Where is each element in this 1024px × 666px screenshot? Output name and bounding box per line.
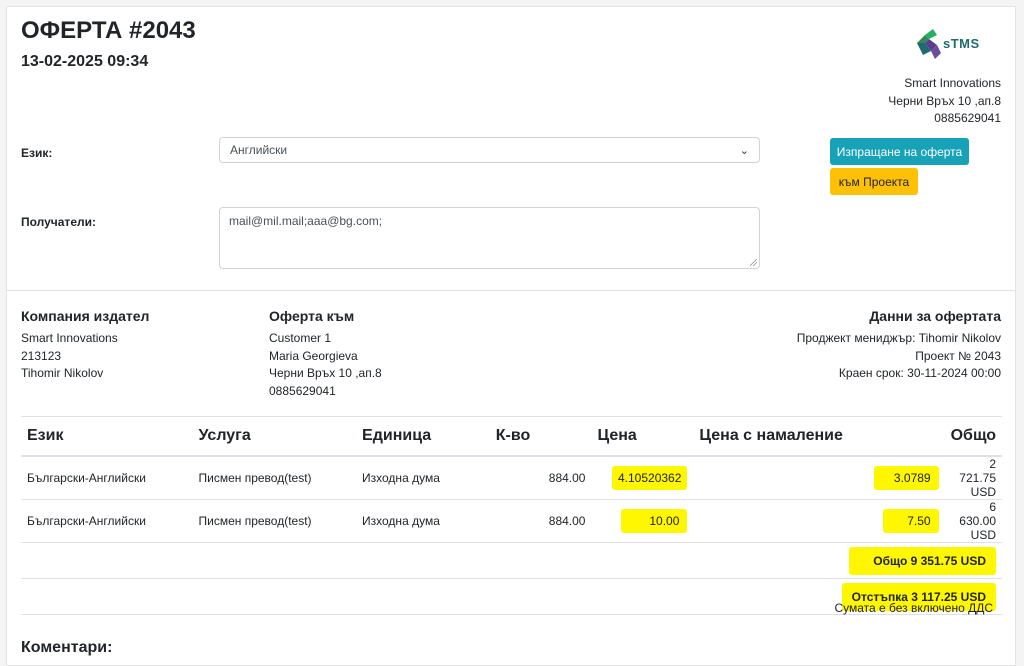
total-amount: Общо 9 351.75 USD xyxy=(849,546,996,575)
language-label: Език: xyxy=(21,146,53,160)
cell-total: 2 721.75 USD xyxy=(944,456,1002,500)
issuer-block-top: Smart Innovations Черни Връх 10 ,ап.8 08… xyxy=(888,75,1001,128)
cell-discount-price: 7.50 xyxy=(883,509,939,533)
issuer-heading: Компания издател xyxy=(21,308,150,324)
offer-data-section: Данни за офертата Проджект мениджър: Tih… xyxy=(797,308,1001,383)
divider xyxy=(7,290,1015,291)
cell-qty: 884.00 xyxy=(489,499,592,543)
recipient-phone: 0885629041 xyxy=(269,383,336,398)
col-total: Общо xyxy=(944,416,1002,457)
send-offer-button[interactable]: Изпращане на оферта xyxy=(830,138,969,165)
comments-heading: Коментари: xyxy=(21,639,113,656)
col-price: Цена xyxy=(591,416,694,457)
cell-price: 10.00 xyxy=(621,509,688,533)
cell-language: Български-Английски xyxy=(21,456,193,500)
page-title: ОФЕРТА #2043 xyxy=(21,17,196,44)
chevron-down-icon: ⌄ xyxy=(739,144,749,157)
recipient-person: Maria Georgieva xyxy=(269,348,358,363)
offer-card: ОФЕРТА #2043 13-02-2025 09:34 sTMS Smart… xyxy=(6,6,1016,666)
table-row: Български-Английски Писмен превод(test) … xyxy=(21,499,1002,543)
col-service: Услуга xyxy=(192,416,357,457)
col-language: Език xyxy=(21,416,193,457)
recipient-heading: Оферта към xyxy=(269,308,355,324)
recipient-address: Черни Връх 10 ,ап.8 xyxy=(269,366,382,380)
table-header-row: Език Услуга Единица К-во Цена Цена с нам… xyxy=(21,416,1002,457)
cell-unit: Изходна дума xyxy=(356,499,490,543)
cell-discount-price: 3.0789 xyxy=(873,466,939,490)
issuer-address: Черни Връх 10 ,ап.8 xyxy=(888,93,1001,108)
cell-language: Български-Английски xyxy=(21,499,193,543)
cell-service: Писмен превод(test) xyxy=(192,456,357,500)
cell-unit: Изходна дума xyxy=(356,456,490,500)
recipients-textarea[interactable]: mail@mil.mail;aaa@bg.com; xyxy=(219,207,760,269)
issuer-phone: 0885629041 xyxy=(934,111,1001,125)
language-select[interactable]: Английски ⌄ xyxy=(219,137,760,163)
total-row: Общо 9 351.75 USD xyxy=(21,542,1002,579)
cell-qty: 884.00 xyxy=(489,456,592,500)
col-qty: К-во xyxy=(489,416,592,457)
project-manager: Проджект мениджър: Tihomir Nikolov xyxy=(796,331,1001,345)
resize-handle-icon[interactable] xyxy=(750,259,757,266)
table-row: Български-Английски Писмен превод(test) … xyxy=(21,456,1002,500)
cell-service: Писмен превод(test) xyxy=(192,499,357,543)
col-unit: Единица xyxy=(356,416,490,457)
vat-note: Сумата е без включено ДДС xyxy=(834,601,993,615)
issuer-person: Tihomir Nikolov xyxy=(21,366,104,380)
issuer-name: Smart Innovations xyxy=(904,76,1001,90)
issuer-company: Smart Innovations xyxy=(21,331,118,345)
puzzle-logo-icon xyxy=(917,29,941,59)
deadline: Краен срок: 30-11-2024 00:00 xyxy=(838,366,1001,380)
recipients-value: mail@mil.mail;aaa@bg.com; xyxy=(229,214,383,228)
col-discount-price: Цена с намаление xyxy=(693,416,945,457)
logo-text: sTMS xyxy=(943,36,980,51)
to-project-button[interactable]: към Проекта xyxy=(830,168,918,195)
project-number: Проект № 2043 xyxy=(915,348,1001,363)
offer-items-table: Език Услуга Единица К-во Цена Цена с нам… xyxy=(21,416,1002,615)
recipient-customer: Customer 1 xyxy=(269,331,332,345)
company-logo: sTMS xyxy=(913,27,993,63)
cell-total: 6 630.00 USD xyxy=(944,499,1002,543)
issuer-id: 213123 xyxy=(21,348,62,363)
cell-price: 4.10520362 xyxy=(611,466,688,490)
recipients-label: Получатели: xyxy=(21,215,96,229)
language-selected-value: Английски xyxy=(230,143,288,157)
offer-datetime: 13-02-2025 09:34 xyxy=(21,53,149,70)
recipient-section: Оферта към Customer 1 Maria Georgieva Че… xyxy=(269,308,382,400)
issuer-section: Компания издател Smart Innovations 21312… xyxy=(21,308,149,383)
offer-data-heading: Данни за офертата xyxy=(869,308,1001,324)
